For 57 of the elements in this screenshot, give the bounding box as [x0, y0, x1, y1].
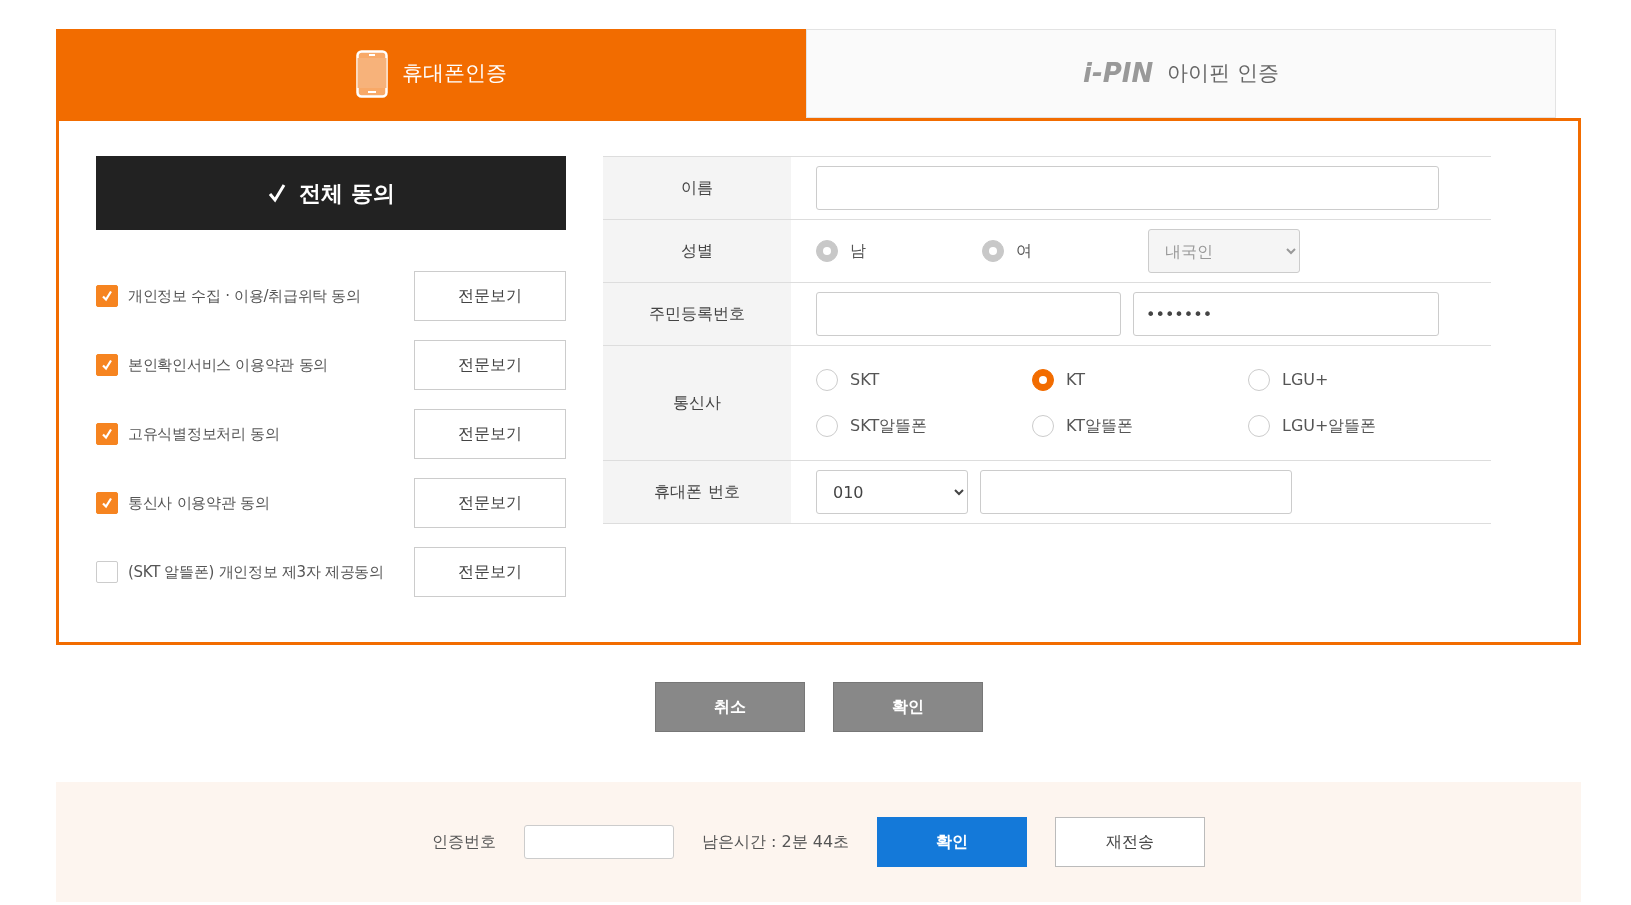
field-label: 통신사 — [603, 346, 791, 460]
radio-label: LGU+알뜰폰 — [1282, 415, 1377, 437]
view-terms-button[interactable]: 전문보기 — [414, 340, 566, 390]
radio-button[interactable] — [1032, 369, 1054, 391]
tab-label: 휴대폰인증 — [401, 59, 507, 87]
agreement-label: 통신사 이용약관 동의 — [128, 492, 270, 514]
radio-button[interactable] — [816, 415, 838, 437]
radio-label: KT — [1066, 369, 1086, 391]
checkbox[interactable] — [96, 561, 118, 583]
radio-label: LGU+ — [1282, 369, 1329, 391]
ipin-logo: i-PIN — [1083, 57, 1154, 90]
field-label: 주민등록번호 — [603, 283, 791, 345]
radio-button[interactable] — [1032, 415, 1054, 437]
field-label: 성별 — [603, 220, 791, 282]
view-terms-button[interactable]: 전문보기 — [414, 547, 566, 597]
timer-text: 남은시간 : 2분 44초 — [701, 831, 850, 853]
view-terms-button[interactable]: 전문보기 — [414, 478, 566, 528]
radio-label: KT알뜰폰 — [1066, 415, 1134, 437]
radio-button[interactable] — [816, 369, 838, 391]
agree-all-button[interactable]: 전체 동의 — [96, 156, 566, 230]
view-terms-button[interactable]: 전문보기 — [414, 409, 566, 459]
confirm-button[interactable]: 확인 — [877, 817, 1028, 867]
phone-number-input[interactable] — [980, 470, 1292, 514]
check-icon — [100, 289, 114, 303]
agreement-label: (SKT 알뜰폰) 개인정보 제3자 제공동의 — [128, 561, 384, 583]
radio-label: SKT — [850, 369, 880, 391]
phone-icon — [355, 49, 388, 98]
checkbox[interactable] — [96, 354, 118, 376]
action-button[interactable]: 취소 — [654, 682, 805, 732]
name-input[interactable] — [816, 166, 1439, 210]
agreement-label: 본인확인서비스 이용약관 동의 — [128, 354, 329, 376]
check-icon — [100, 427, 114, 441]
tab-label: 아이핀 인증 — [1167, 59, 1279, 87]
resident-number-input[interactable]: ••••••• — [1133, 292, 1439, 336]
radio-button[interactable] — [1248, 369, 1270, 391]
check-icon — [100, 496, 114, 510]
check-icon — [267, 183, 288, 203]
checkbox[interactable] — [96, 492, 118, 514]
field-label: 휴대폰 번호 — [603, 461, 791, 523]
agreement-label: 고유식별정보처리 동의 — [128, 423, 280, 445]
action-button[interactable]: 확인 — [832, 682, 983, 732]
radio-button[interactable] — [1248, 415, 1270, 437]
field-label: 인증번호 — [431, 831, 496, 853]
field-label: 이름 — [603, 157, 791, 219]
radio-label: 여 — [1016, 240, 1032, 262]
phone-prefix-select[interactable]: 010 — [816, 470, 968, 514]
tab[interactable]: i-PIN 아이핀 인증 — [806, 29, 1556, 118]
radio-label: 남 — [850, 240, 866, 262]
checkbox[interactable] — [96, 423, 118, 445]
verification-code-input[interactable] — [523, 825, 674, 859]
view-terms-button[interactable]: 전문보기 — [414, 271, 566, 321]
radio-label: SKT알뜰폰 — [850, 415, 928, 437]
check-icon — [100, 358, 114, 372]
checkbox[interactable] — [96, 285, 118, 307]
resident-number-input[interactable] — [816, 292, 1121, 336]
agreement-label: 개인정보 수집 · 이용/취급위탁 동의 — [128, 285, 361, 307]
resend-button[interactable]: 재전송 — [1055, 817, 1206, 867]
